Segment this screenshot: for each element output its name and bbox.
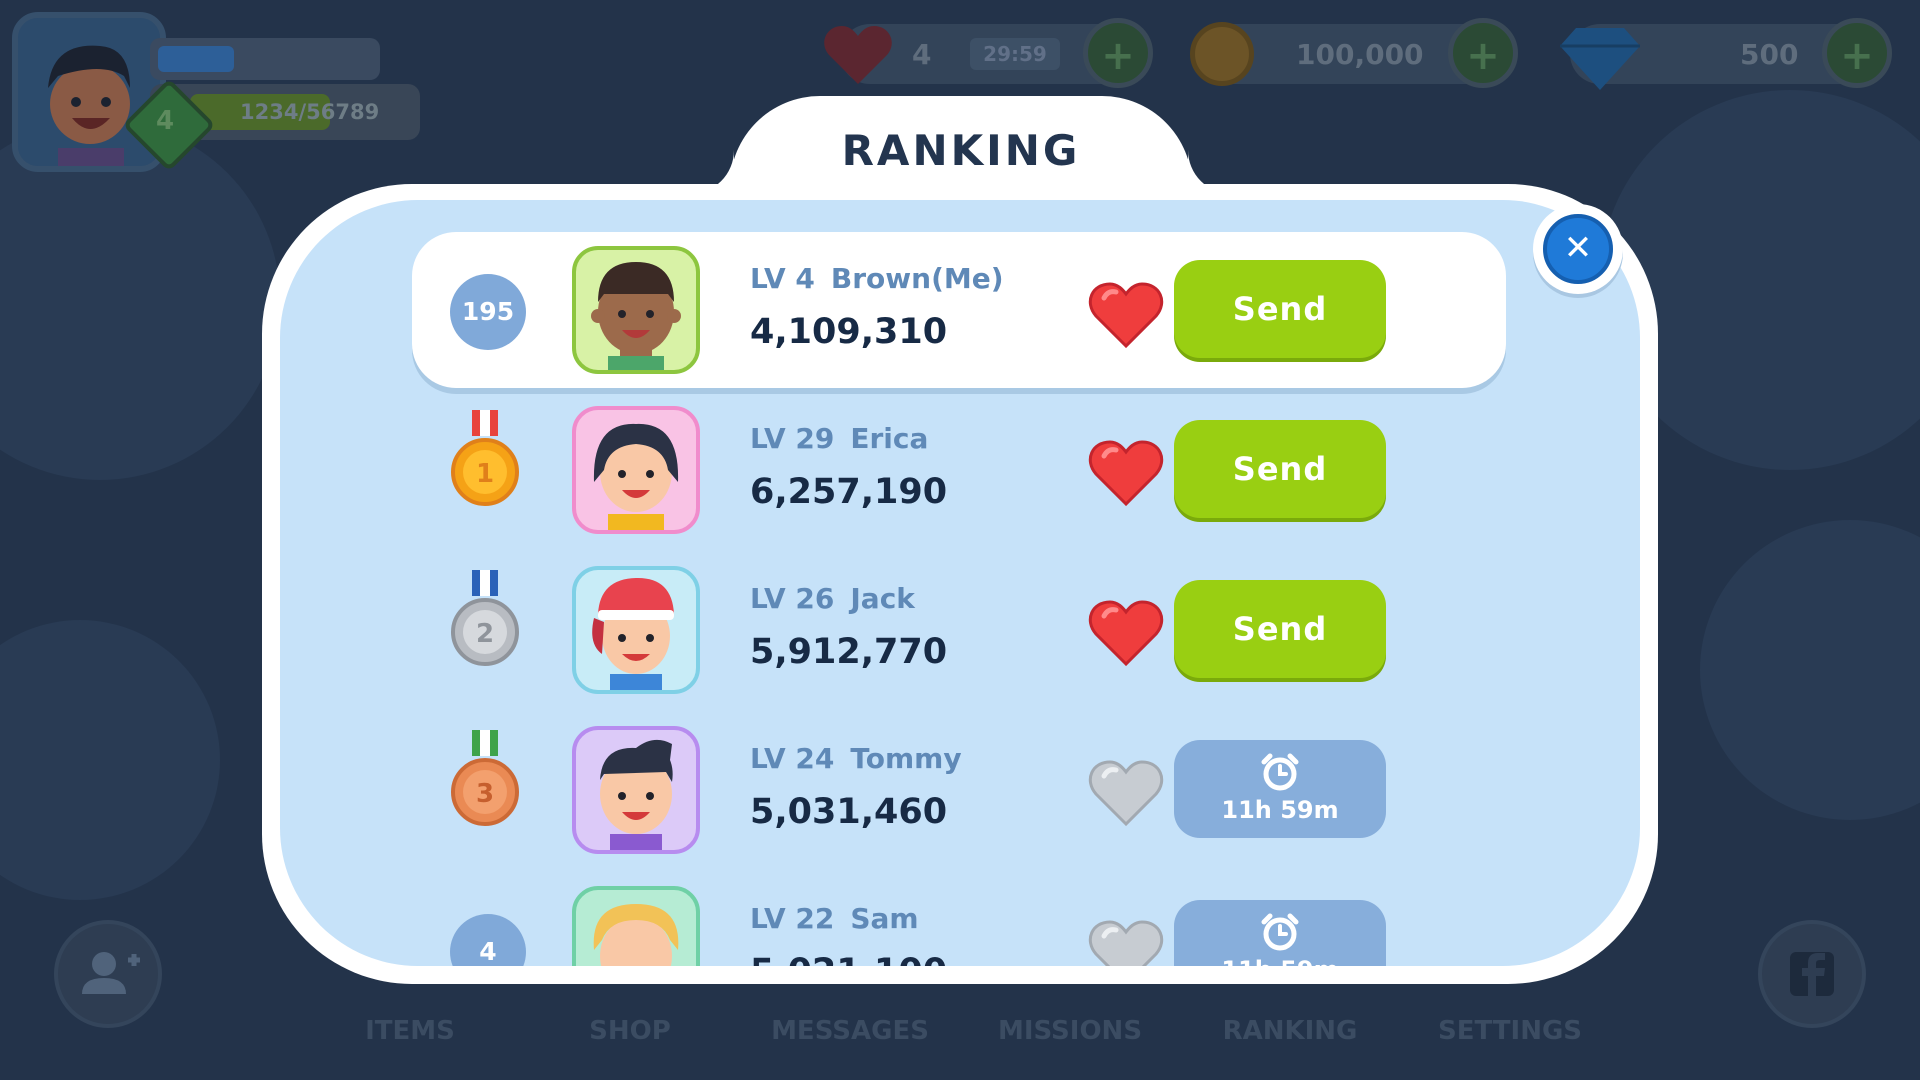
- avatar-brown-icon: [591, 262, 681, 370]
- level-label: LV 26: [750, 582, 835, 615]
- player-score: 5,021,100: [750, 952, 947, 966]
- avatar-jack-icon: [592, 578, 674, 690]
- heart-icon: [1088, 600, 1164, 667]
- heart-cooldown-timer: 11h 59m: [1174, 740, 1386, 838]
- gold-medal-icon: 1: [451, 410, 519, 506]
- player-level-name: LV 29 Erica: [750, 422, 928, 455]
- avatar[interactable]: [572, 246, 700, 374]
- heart-icon: [1088, 440, 1164, 507]
- rank-badge: 195: [450, 274, 526, 350]
- lives-timer: 29:59: [970, 38, 1060, 70]
- medal-rank: 2: [476, 619, 494, 649]
- player-name: Brown(Me): [830, 262, 1004, 295]
- coin-icon: [1190, 22, 1254, 86]
- coins-count: 100,000: [1296, 38, 1424, 71]
- close-icon: ✕: [1543, 214, 1613, 284]
- gem-icon: [1560, 28, 1640, 90]
- lives-count: 4: [912, 38, 932, 71]
- heart-icon: [1088, 282, 1164, 349]
- cooldown-time: 11h 59m: [1174, 956, 1386, 966]
- avatar[interactable]: [572, 726, 700, 854]
- avatar[interactable]: [572, 406, 700, 534]
- level-label: LV 29: [750, 422, 835, 455]
- player-level-name: LV 24 Tommy: [750, 742, 962, 775]
- avatar-tommy-icon: [600, 739, 673, 850]
- facebook-icon: [1790, 952, 1834, 996]
- alarm-clock-icon: [1261, 913, 1299, 951]
- nav-missions[interactable]: MISSIONS: [970, 1016, 1170, 1046]
- ranking-list[interactable]: 195 LV 4 Brown(Me) 4,109,310 Send 1 LV 2…: [280, 200, 1640, 966]
- avatar[interactable]: [572, 886, 700, 966]
- rank-badge: 4: [450, 914, 526, 966]
- bronze-medal-icon: 3: [451, 730, 519, 826]
- alarm-clock-icon: [1261, 753, 1299, 791]
- ranking-row: 1 LV 29 Erica 6,257,190 Send: [280, 390, 1640, 550]
- player-score: 6,257,190: [750, 472, 948, 512]
- player-level-name: LV 26 Jack: [750, 582, 915, 615]
- medal-rank: 3: [476, 779, 494, 809]
- ranking-row-me: 195 LV 4 Brown(Me) 4,109,310 Send: [412, 232, 1506, 388]
- xp-text: 1234/56789: [240, 100, 380, 124]
- player-score: 4,109,310: [750, 312, 948, 352]
- send-heart-button[interactable]: Send: [1174, 420, 1386, 518]
- gems-count: 500: [1740, 38, 1799, 71]
- player-avatar[interactable]: [12, 12, 166, 172]
- player-level-name: LV 4 Brown(Me): [750, 262, 1004, 295]
- level-label: LV 24: [750, 742, 835, 775]
- lives-heart-icon: [824, 26, 892, 84]
- heart-cooldown-timer: 11h 59m: [1174, 900, 1386, 966]
- add-friend-icon: [82, 952, 140, 994]
- ranking-row: 2 LV 26 Jack 5,912,770 Send: [280, 550, 1640, 710]
- level-label: LV 22: [750, 902, 835, 935]
- nav-ranking[interactable]: RANKING: [1190, 1016, 1390, 1046]
- heart-empty-icon: [1088, 760, 1164, 827]
- add-gems-button[interactable]: +: [1822, 18, 1892, 88]
- facebook-button[interactable]: [1758, 920, 1866, 1028]
- nav-settings[interactable]: SETTINGS: [1410, 1016, 1610, 1046]
- ranking-row: 3 LV 24 Tommy 5,031,460 11h 59m: [280, 710, 1640, 870]
- ranking-title: RANKING: [841, 126, 1081, 175]
- silver-medal-icon: 2: [451, 570, 519, 666]
- nav-shop[interactable]: SHOP: [530, 1016, 730, 1046]
- medal-rank: 1: [476, 459, 494, 489]
- cooldown-time: 11h 59m: [1221, 796, 1339, 824]
- player-face-icon: [18, 18, 160, 166]
- add-coins-button[interactable]: +: [1448, 18, 1518, 88]
- avatar-sam-icon: [593, 904, 679, 966]
- player-name: Sam: [850, 902, 919, 935]
- player-name: Tommy: [850, 742, 962, 775]
- player-name: Jack: [850, 582, 915, 615]
- send-heart-button[interactable]: Send: [1174, 260, 1386, 358]
- nav-items[interactable]: ITEMS: [310, 1016, 510, 1046]
- send-heart-button[interactable]: Send: [1174, 580, 1386, 678]
- player-name: Erica: [850, 422, 929, 455]
- player-level-name: LV 22 Sam: [750, 902, 919, 935]
- xp-bar: [150, 38, 380, 80]
- avatar[interactable]: [572, 566, 700, 694]
- heart-empty-icon: [1088, 920, 1164, 966]
- player-level: 4: [155, 106, 175, 136]
- player-score: 5,031,460: [750, 792, 948, 832]
- player-score: 5,912,770: [750, 632, 948, 672]
- close-button[interactable]: ✕: [1533, 204, 1623, 294]
- avatar-erica-icon: [593, 423, 679, 530]
- level-label: LV 4: [750, 262, 815, 295]
- add-friend-button[interactable]: [54, 920, 162, 1028]
- nav-messages[interactable]: MESSAGES: [750, 1016, 950, 1046]
- ranking-row: 4 LV 22 Sam 5,021,100: [280, 870, 1640, 966]
- add-lives-button[interactable]: +: [1083, 18, 1153, 88]
